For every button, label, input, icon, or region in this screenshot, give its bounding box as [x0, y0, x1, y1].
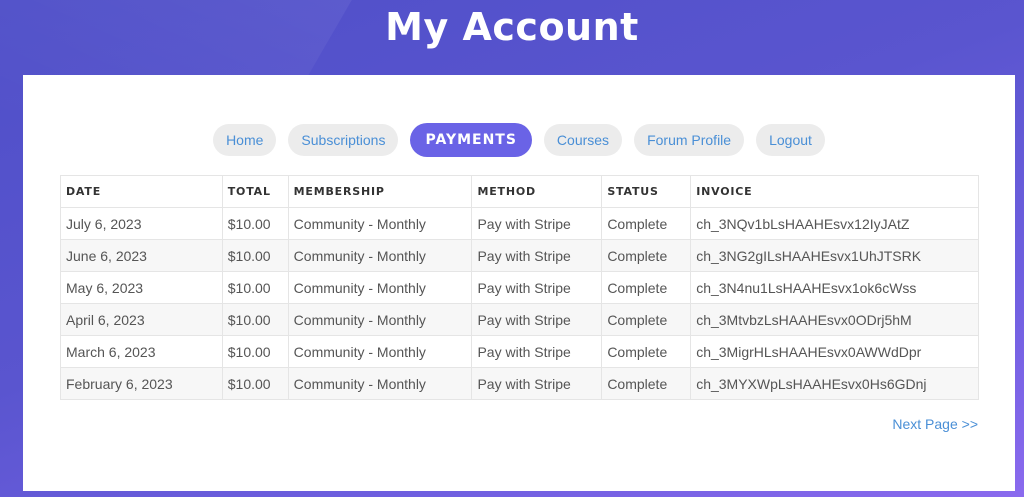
cell-membership: Community - Monthly	[287, 335, 473, 368]
cell-method: Pay with Stripe	[471, 303, 603, 336]
nav-home[interactable]: Home	[213, 124, 277, 156]
cell-invoice: ch_3NQv1bLsHAAHEsvx12IyJAtZ	[690, 207, 979, 240]
cell-method: Pay with Stripe	[471, 207, 603, 240]
payments-table: DATE TOTAL MEMBERSHIP METHOD STATUS INVO…	[60, 175, 979, 400]
cell-total: $10.00	[221, 239, 289, 272]
cell-method: Pay with Stripe	[471, 367, 603, 400]
cell-date: May 6, 2023	[60, 271, 223, 304]
table-row: May 6, 2023 $10.00 Community - Monthly P…	[60, 271, 979, 304]
cell-invoice: ch_3MtvbzLsHAAHEsvx0ODrj5hM	[690, 303, 979, 336]
table-row: July 6, 2023 $10.00 Community - Monthly …	[60, 207, 979, 240]
cell-invoice: ch_3MYXWpLsHAAHEsvx0Hs6GDnj	[690, 367, 979, 400]
next-page-link[interactable]: Next Page >>	[892, 416, 978, 432]
cell-membership: Community - Monthly	[287, 239, 473, 272]
table-row: April 6, 2023 $10.00 Community - Monthly…	[60, 303, 979, 336]
cell-membership: Community - Monthly	[287, 367, 473, 400]
cell-status: Complete	[601, 239, 692, 272]
cell-invoice: ch_3NG2gILsHAAHEsvx1UhJTSRK	[690, 239, 979, 272]
nav-subscriptions[interactable]: Subscriptions	[288, 124, 399, 156]
cell-date: July 6, 2023	[60, 207, 223, 240]
column-header-total: TOTAL	[221, 175, 289, 208]
cell-date: February 6, 2023	[60, 367, 223, 400]
nav-logout[interactable]: Logout	[756, 124, 825, 156]
column-header-invoice: INVOICE	[690, 175, 979, 208]
column-header-date: DATE	[60, 175, 223, 208]
cell-membership: Community - Monthly	[287, 303, 473, 336]
cell-total: $10.00	[221, 207, 289, 240]
cell-total: $10.00	[221, 367, 289, 400]
cell-method: Pay with Stripe	[471, 335, 603, 368]
cell-total: $10.00	[221, 335, 289, 368]
cell-membership: Community - Monthly	[287, 271, 473, 304]
cell-invoice: ch_3MigrHLsHAAHEsvx0AWWdDpr	[690, 335, 979, 368]
cell-status: Complete	[601, 303, 692, 336]
column-header-status: STATUS	[601, 175, 692, 208]
cell-membership: Community - Monthly	[287, 207, 473, 240]
cell-status: Complete	[601, 335, 692, 368]
cell-date: June 6, 2023	[60, 239, 223, 272]
nav-courses[interactable]: Courses	[543, 124, 623, 156]
cell-status: Complete	[601, 271, 692, 304]
table-header-row: DATE TOTAL MEMBERSHIP METHOD STATUS INVO…	[60, 175, 979, 208]
account-card: Home Subscriptions PAYMENTS Courses Foru…	[23, 75, 1015, 491]
cell-status: Complete	[601, 367, 692, 400]
cell-date: April 6, 2023	[60, 303, 223, 336]
table-row: February 6, 2023 $10.00 Community - Mont…	[60, 367, 979, 400]
cell-date: March 6, 2023	[60, 335, 223, 368]
column-header-membership: MEMBERSHIP	[287, 175, 473, 208]
nav-payments[interactable]: PAYMENTS	[410, 123, 532, 157]
cell-total: $10.00	[221, 303, 289, 336]
column-header-method: METHOD	[471, 175, 603, 208]
cell-method: Pay with Stripe	[471, 271, 603, 304]
account-nav: Home Subscriptions PAYMENTS Courses Foru…	[23, 123, 1015, 157]
cell-method: Pay with Stripe	[471, 239, 603, 272]
page-title: My Account	[385, 5, 639, 49]
table-row: March 6, 2023 $10.00 Community - Monthly…	[60, 335, 979, 368]
table-row: June 6, 2023 $10.00 Community - Monthly …	[60, 239, 979, 272]
cell-total: $10.00	[221, 271, 289, 304]
cell-invoice: ch_3N4nu1LsHAAHEsvx1ok6cWss	[690, 271, 979, 304]
cell-status: Complete	[601, 207, 692, 240]
nav-forum-profile[interactable]: Forum Profile	[634, 124, 745, 156]
